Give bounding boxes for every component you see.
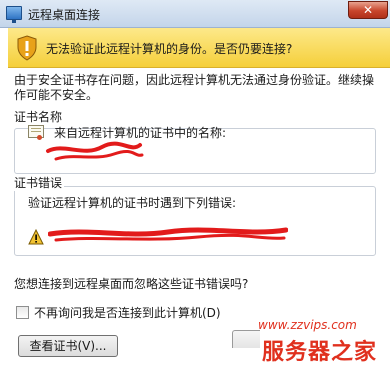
redaction-scribble: [46, 141, 144, 161]
cert-name-label: 证书名称: [12, 108, 65, 125]
yes-button[interactable]: [232, 330, 260, 348]
cert-errors-label: 证书错误: [12, 174, 65, 191]
dont-ask-checkbox[interactable]: [16, 306, 29, 319]
close-button[interactable]: ✕: [348, 1, 388, 19]
watermark-brand: 服务器之家: [262, 340, 378, 365]
watermark-url: www.zzvips.com: [258, 318, 357, 332]
cert-errors-text: 验证远程计算机的证书时遇到下列错误:: [28, 196, 237, 210]
dont-ask-label[interactable]: 不再询问我是否连接到此计算机(D): [34, 304, 221, 321]
view-certificate-button[interactable]: 查看证书(V)...: [18, 335, 118, 357]
redaction-scribble: [48, 227, 288, 242]
warning-triangle-icon: [28, 229, 44, 245]
warning-title: 无法验证此远程计算机的身份。是否仍要连接?: [46, 42, 293, 56]
security-shield-icon: [17, 35, 37, 61]
description-text: 由于安全证书存在问题，因此远程计算机无法通过身份验证。继续操作可能不安全。: [14, 73, 375, 102]
certificate-icon: [28, 125, 44, 140]
title-bar: 远程桌面连接 ✕: [0, 0, 390, 28]
window-title: 远程桌面连接: [28, 8, 101, 22]
ignore-errors-question: 您想连接到远程桌面而忽略这些证书错误吗?: [14, 277, 249, 291]
remote-desktop-icon: [6, 6, 22, 23]
warning-header: 无法验证此远程计算机的身份。是否仍要连接?: [8, 28, 390, 68]
